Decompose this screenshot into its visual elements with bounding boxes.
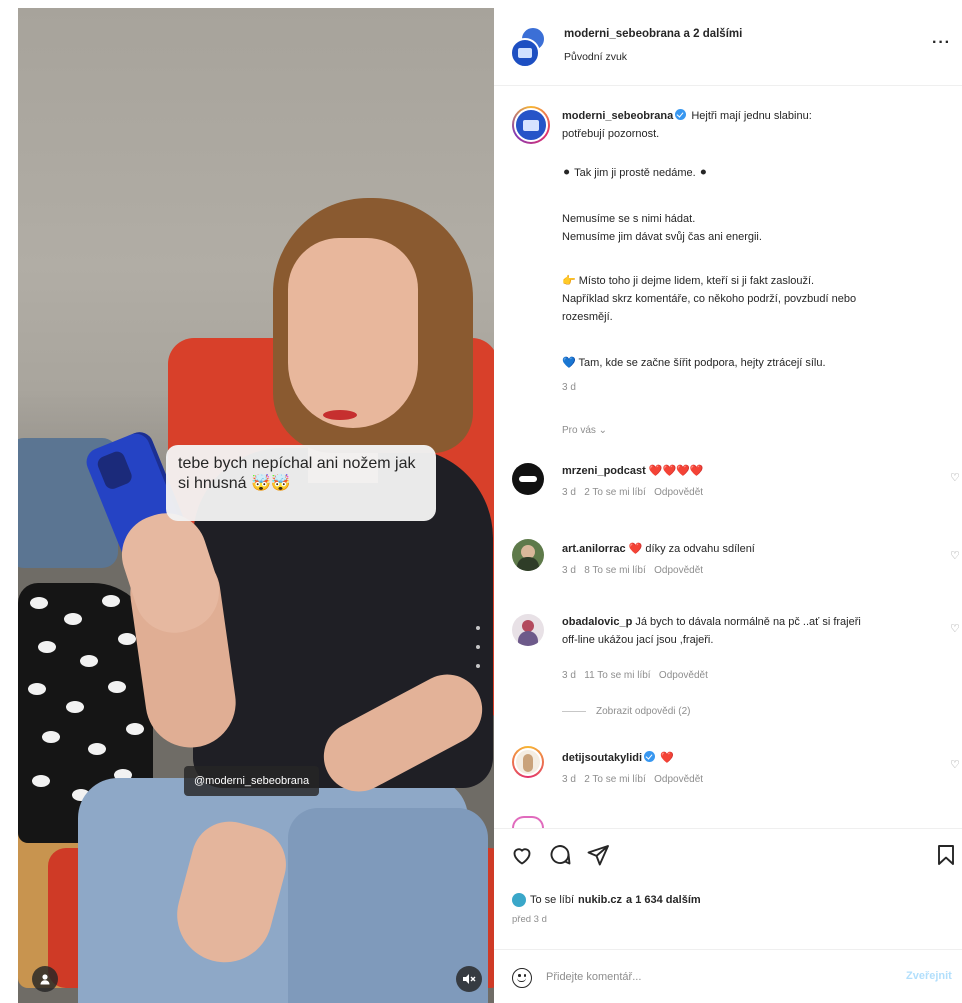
comment-3-meta: 3 d 11 To se mi líbí Odpovědět (562, 670, 708, 681)
comment-like-icon[interactable]: ♡ (950, 758, 960, 771)
heart-icon[interactable] (510, 843, 534, 867)
user-tag-icon[interactable] (32, 966, 58, 992)
bookmark-icon[interactable] (934, 843, 958, 867)
audio-label[interactable]: Původní zvuk (564, 51, 627, 63)
action-bar: To se líbí nukib.cz a 1 634 dalším před … (494, 828, 962, 1003)
comment-likes[interactable]: 2 To se mi líbí (584, 487, 646, 498)
caption-username[interactable]: moderni_sebeobrana (562, 110, 673, 122)
comment-username[interactable]: art.anilorrac (562, 543, 626, 555)
reply-button[interactable]: Odpovědět (659, 670, 708, 681)
comment-icon[interactable] (548, 843, 572, 867)
caption-line-1: moderni_sebeobrana Hejtři mají jednu sla… (562, 109, 812, 122)
comment-text: ❤️❤️❤️❤️ (648, 465, 704, 477)
comment-input[interactable] (546, 966, 886, 988)
comment-like-icon[interactable]: ♡ (950, 622, 960, 635)
caption-avatar[interactable] (512, 106, 550, 144)
user-tag-chip[interactable]: @moderni_sebeobrana (184, 766, 320, 796)
comment-text: ❤️ (660, 752, 674, 764)
caption-paragraph-3a: Nemusíme se s nimi hádat. (562, 213, 696, 225)
comment-4-meta: 3 d 2 To se mi líbí Odpovědět (562, 774, 704, 785)
comment-likes[interactable]: 11 To se mi líbí (584, 670, 650, 681)
avatar[interactable] (512, 539, 544, 571)
reply-button[interactable]: Odpovědět (654, 774, 703, 785)
comment-4: detijsoutakylidi ❤️ (562, 750, 947, 766)
post-author[interactable]: moderni_sebeobrana a 2 dalšími (564, 28, 742, 40)
comment-1: mrzeni_podcast ❤️❤️❤️❤️ (562, 463, 947, 479)
comment-overlay-bubble: tebe bych nepíchal ani nožem jak si hnus… (166, 445, 436, 521)
avatar (512, 893, 526, 907)
verified-icon (644, 751, 656, 762)
comment-2-meta: 3 d 8 To se mi líbí Odpovědět (562, 565, 704, 576)
comment-text-continued: off-line ukážou jací jsou ,frajeři. (562, 634, 714, 646)
caption-timestamp: 3 d (562, 382, 576, 393)
comment-3: obadalovic_p Já bych to dávala normálně … (562, 614, 947, 630)
post-header: moderni_sebeobrana a 2 dalšími Původní z… (494, 8, 962, 86)
comment-username[interactable]: mrzeni_podcast (562, 465, 646, 477)
comment-2: art.anilorrac ❤️ díky za odvahu sdílení (562, 541, 947, 557)
more-icon[interactable] (476, 626, 480, 668)
reply-button[interactable]: Odpovědět (654, 487, 703, 498)
for-you-filter[interactable]: Pro vás ⌄ (562, 423, 947, 439)
likes-summary[interactable]: To se líbí nukib.cz a 1 634 dalším (512, 893, 701, 907)
collab-avatars[interactable] (510, 26, 550, 68)
caption-paragraph-4c: rozesmějí. (562, 311, 613, 323)
more-options-icon[interactable]: ··· (932, 34, 951, 52)
comment-1-meta: 3 d 2 To se mi líbí Odpovědět (562, 487, 704, 498)
share-icon[interactable] (586, 843, 610, 867)
comment-composer: Zveřejnit (494, 949, 962, 1003)
caption-paragraph-4a: 👉 Místo toho ji dejme lidem, kteří si ji… (562, 275, 815, 287)
face (288, 238, 418, 428)
comment-likes[interactable]: 2 To se mi líbí (584, 774, 646, 785)
comment-username[interactable]: obadalovic_p (562, 616, 632, 628)
comment-text: ❤️ díky za odvahu sdílení (628, 543, 755, 555)
verified-icon (675, 109, 687, 120)
comment-text: Já bych to dávala normálně na pč ..ať si… (635, 616, 861, 628)
post-panel: moderni_sebeobrana a 2 dalšími Původní z… (494, 8, 962, 1003)
caption-paragraph-2: ⚫ Tak jim ji prostě nedáme. ⚫ (562, 167, 709, 179)
caption-line-2: potřebují pozornost. (562, 128, 660, 140)
caption-paragraph-4b: Například skrz komentáře, co někoho podr… (562, 293, 857, 305)
caption-paragraph-5: 💙 Tam, kde se začne šířit podpora, hejty… (562, 357, 826, 369)
caption-paragraph-3b: Nemusíme jim dávat svůj čas ani energii. (562, 231, 762, 243)
reel-video[interactable]: tebe bych nepíchal ani nožem jak si hnus… (18, 8, 494, 1003)
emoji-icon[interactable] (512, 968, 532, 988)
avatar[interactable] (512, 746, 544, 778)
comment-like-icon[interactable]: ♡ (950, 471, 960, 484)
comment-username[interactable]: detijsoutakylidi (562, 752, 642, 764)
reply-button[interactable]: Odpovědět (654, 565, 703, 576)
mute-icon[interactable] (456, 966, 482, 992)
view-replies-button[interactable]: Zobrazit odpovědi (2) (562, 706, 691, 717)
post-comment-button[interactable]: Zveřejnit (906, 970, 952, 982)
comment-likes[interactable]: 8 To se mi líbí (584, 565, 646, 576)
avatar[interactable] (512, 463, 544, 495)
avatar (512, 816, 544, 828)
post-timestamp: před 3 d (512, 914, 547, 925)
avatar[interactable] (512, 614, 544, 646)
comment-like-icon[interactable]: ♡ (950, 549, 960, 562)
